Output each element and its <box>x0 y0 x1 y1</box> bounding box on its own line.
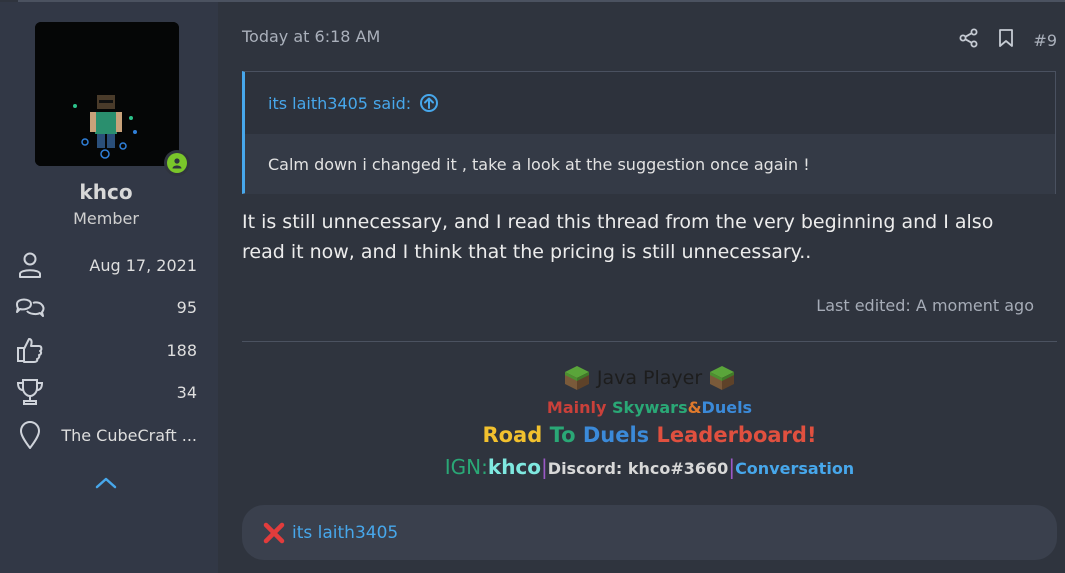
joined-date: Aug 17, 2021 <box>89 255 197 275</box>
sig-to: To <box>549 423 583 447</box>
signature-java-player: Java Player <box>596 367 703 389</box>
reactions-bar: its laith3405 <box>242 505 1057 560</box>
avatar[interactable] <box>35 22 179 166</box>
collapse-toggle[interactable] <box>94 474 118 492</box>
sig-mainly: Mainly <box>546 398 612 417</box>
user-title: Member <box>73 209 139 228</box>
signature-divider <box>242 341 1057 342</box>
location-value: The CubeCraft ... <box>61 425 197 445</box>
sig-sep-2: | <box>728 455 736 479</box>
location-icon <box>15 420 45 450</box>
user-icon <box>15 250 45 280</box>
grass-block-icon <box>710 366 735 390</box>
stat-joined: Aug 17, 2021 <box>15 250 197 280</box>
sig-leaderboard: Leaderboard! <box>656 423 817 447</box>
sig-conversation-link[interactable]: Conversation <box>735 459 854 478</box>
post-actions: #9 <box>959 28 1057 52</box>
signature-line-1: Java Player <box>242 364 1057 392</box>
quote-text: Calm down i changed it , take a look at … <box>245 134 1055 194</box>
grass-block-icon <box>564 366 589 390</box>
sig-ign: khco <box>487 455 542 479</box>
reaction-user-link[interactable]: its laith3405 <box>292 523 398 543</box>
last-edited: Last edited: A moment ago <box>816 296 1034 315</box>
arrow-circle-up-icon[interactable] <box>419 93 439 113</box>
signature-line-2: Mainly Skywars&Duels <box>242 398 1057 417</box>
online-status-badge <box>164 150 190 176</box>
quote-block: its laith3405 said: Calm down i changed … <box>242 71 1056 194</box>
post-message: It is still unnecessary, and I read this… <box>242 211 994 263</box>
quote-author[interactable]: its laith3405 said: <box>268 94 411 113</box>
stat-reactions[interactable]: 188 <box>15 335 197 365</box>
cross-mark-icon <box>263 522 285 543</box>
share-icon[interactable] <box>959 28 979 52</box>
post-date[interactable]: Today at 6:18 AM <box>242 27 380 46</box>
messages-count: 95 <box>176 297 197 317</box>
quote-header[interactable]: its laith3405 said: <box>245 72 1055 134</box>
trophy-points: 34 <box>176 382 197 402</box>
stat-messages[interactable]: 95 <box>15 292 197 322</box>
signature-line-4: IGN: khco | Discord: khco#3660 | Convers… <box>242 455 1057 479</box>
bookmark-icon[interactable] <box>997 28 1015 52</box>
user-online-icon <box>172 158 182 169</box>
signature-line-3: Road To Duels Leaderboard! <box>242 423 1057 447</box>
sig-road: Road <box>482 423 550 447</box>
sig-amp: & <box>687 398 702 417</box>
stat-points[interactable]: 34 <box>15 377 197 407</box>
sig-sep-1: | <box>541 455 548 479</box>
stat-location[interactable]: The CubeCraft ... <box>15 420 197 450</box>
sig-duels: Duels <box>701 398 753 417</box>
sig-skywars: Skywars <box>612 398 688 417</box>
post-number[interactable]: #9 <box>1033 31 1057 50</box>
sig-duels-2: Duels <box>582 423 657 447</box>
trophy-icon <box>15 377 45 407</box>
messages-icon <box>15 292 45 322</box>
reaction-score: 188 <box>166 340 197 360</box>
avatar-image <box>35 22 179 166</box>
thumbs-up-icon <box>15 335 45 365</box>
username[interactable]: khco <box>0 180 212 204</box>
chevron-up-icon <box>95 477 117 489</box>
sig-discord: Discord: khco#3660 <box>547 459 729 478</box>
sig-ign-label: IGN: <box>444 455 488 479</box>
